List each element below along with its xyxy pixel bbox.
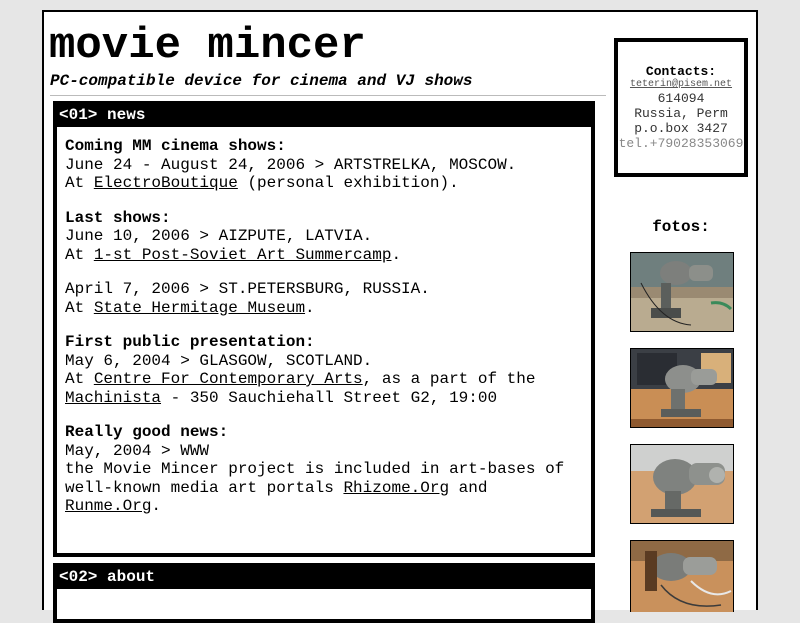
news-item-at: At	[65, 370, 94, 388]
news-item-date: April 7, 2006 > ST.PETERSBURG, RUSSIA.	[65, 280, 430, 298]
news-item-venue: At 1-st Post-Soviet Art Summercamp.	[65, 246, 583, 265]
news-item-date: June 10, 2006 > AIZPUTE, LATVIA.	[65, 227, 373, 245]
photo-mincer-desk	[631, 253, 733, 331]
news-item-address-text: - 350 Sauchiehall Street G2, 19:00	[161, 388, 498, 407]
contact-email-link[interactable]: teterin@pisem.net	[618, 79, 744, 91]
news-item-suffix: , as a part of the	[362, 370, 536, 388]
machinista-link[interactable]: Machinista	[65, 389, 161, 407]
news-item-suffix: .	[305, 298, 315, 317]
title-divider	[50, 95, 606, 96]
news-item-text: Runme.Org.	[65, 497, 583, 516]
news-item-at: At	[65, 298, 94, 317]
news-item-title: Really good news:	[65, 423, 229, 441]
contact-phone: tel.+79028353069	[618, 136, 744, 151]
news-item: April 7, 2006 > ST.PETERSBURG, RUSSIA. A…	[65, 280, 583, 317]
news-item-title: First public presentation:	[65, 333, 315, 351]
photo-mincer-wires	[631, 541, 733, 612]
contacts-box: Contacts: teterin@pisem.net 614094 Russi…	[614, 38, 748, 177]
news-item-suffix: .	[151, 497, 162, 515]
news-item: First public presentation: May 6, 2004 >…	[65, 333, 583, 407]
news-item-date: May 6, 2004 > GLASGOW, SCOTLAND.	[65, 351, 373, 370]
news-item: Last shows: June 10, 2006 > AIZPUTE, LAT…	[65, 209, 583, 265]
news-item-venue: At State Hermitage Museum.	[65, 299, 583, 318]
site-tagline: PC-compatible device for cinema and VJ s…	[50, 72, 473, 90]
news-item: Really good news: May, 2004 > WWW the Mo…	[65, 423, 583, 516]
contact-city: Russia, Perm	[634, 106, 728, 121]
news-item: Coming MM cinema shows: June 24 - August…	[65, 137, 583, 193]
news-item-title: Last shows:	[65, 208, 171, 227]
news-item-address: Machinista - 350 Sauchiehall Street G2, …	[65, 389, 583, 408]
news-item-at: At	[65, 174, 94, 192]
page-container: movie mincer PC-compatible device for ci…	[42, 10, 758, 623]
news-item-venue: At Centre For Contemporary Arts, as a pa…	[65, 370, 583, 389]
news-item-text-prefix: well-known media art portals	[65, 478, 344, 497]
news-list: Coming MM cinema shows: June 24 - August…	[57, 127, 591, 526]
runme-link[interactable]: Runme.Org	[65, 497, 151, 515]
hermitage-link[interactable]: State Hermitage Museum	[94, 299, 305, 317]
fotos-heading: fotos:	[652, 218, 710, 236]
news-section-header: <01> news	[57, 105, 591, 127]
news-item-suffix: (personal exhibition).	[237, 174, 459, 192]
news-item-venue: At ElectroBoutique (personal exhibition)…	[65, 174, 583, 193]
contacts-heading: Contacts:	[645, 64, 717, 79]
news-item-at: At	[65, 245, 94, 264]
news-item-title: Coming MM cinema shows:	[65, 137, 286, 155]
about-section: <02> about	[53, 563, 595, 623]
news-section: <01> news Coming MM cinema shows: June 2…	[53, 101, 595, 557]
about-section-header: <02> about	[57, 567, 591, 589]
contact-postcode: 614094	[657, 91, 705, 106]
contact-pobox: p.o.box 3427	[634, 121, 728, 136]
news-item-text: the Movie Mincer project is included in …	[65, 460, 565, 478]
photo-mincer-monitor	[631, 349, 733, 427]
news-item-text: well-known media art portals Rhizome.Org…	[65, 479, 583, 498]
news-item-date: May, 2004 > WWW	[65, 441, 210, 460]
news-item-suffix: and	[449, 478, 488, 497]
rhizome-link[interactable]: Rhizome.Org	[343, 479, 449, 497]
summercamp-link[interactable]: 1-st Post-Soviet Art Summercamp	[94, 246, 392, 264]
news-item-suffix: .	[391, 245, 402, 264]
news-item-date: June 24 - August 24, 2006 > ARTSTRELKA, …	[65, 155, 517, 174]
cca-link[interactable]: Centre For Contemporary Arts	[94, 370, 363, 388]
electroboutique-link[interactable]: ElectroBoutique	[94, 174, 238, 192]
photo-thumbnail[interactable]	[630, 444, 734, 524]
photo-thumbnail[interactable]	[630, 348, 734, 428]
photo-thumbnail[interactable]	[630, 252, 734, 332]
photo-mincer-closeup	[631, 445, 733, 523]
site-title: movie mincer	[49, 21, 366, 71]
photo-thumbnail[interactable]	[630, 540, 734, 612]
